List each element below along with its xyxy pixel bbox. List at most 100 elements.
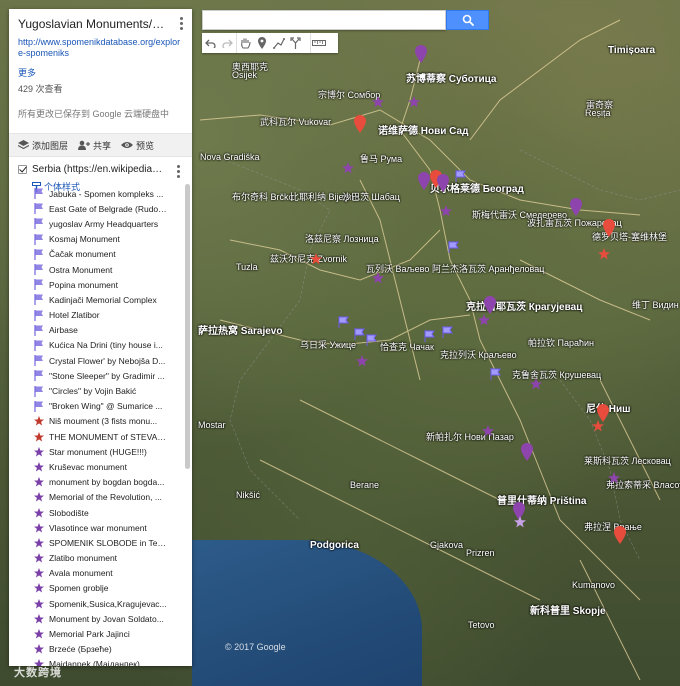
layer-item-label: Zlatibo monument	[49, 553, 118, 564]
layer-item-label: SPOMENIK SLOBODE in Tem...	[49, 537, 167, 548]
layer-item[interactable]: Avala monument	[9, 566, 185, 581]
layer-options-icon[interactable]	[177, 165, 181, 178]
map-pin-marker[interactable]	[437, 174, 449, 192]
layer-item[interactable]: Kućica Na Drini (tiny house i...	[9, 338, 185, 353]
map-flag-marker[interactable]	[424, 330, 435, 342]
layer-item[interactable]: Brzeće (Брзеће)	[9, 642, 185, 657]
map-star-marker[interactable]	[440, 205, 452, 217]
pan-tool-button[interactable]	[236, 33, 253, 53]
map-star-marker[interactable]	[372, 272, 384, 284]
layer-item[interactable]: Čačak monument	[9, 247, 185, 262]
layer-item[interactable]: "Stone Sleeper" by Gradimir ...	[9, 368, 185, 383]
layer-item[interactable]: monument by bogdan bogda...	[9, 475, 185, 490]
layer-item[interactable]: Niš moument (3 fists monu...	[9, 414, 185, 429]
redo-button[interactable]	[219, 33, 236, 53]
map-flag-marker[interactable]	[366, 334, 377, 346]
map-pin-marker[interactable]	[603, 219, 615, 237]
layer-item[interactable]: East Gate of Belgrade (Rudo ...	[9, 201, 185, 216]
add-marker-button[interactable]	[253, 33, 270, 53]
preview-button[interactable]: 预览	[121, 139, 154, 152]
layer-item[interactable]: Jabuka - Spomen kompleks ...	[9, 186, 185, 201]
map-flag-marker[interactable]	[490, 368, 501, 380]
layer-item[interactable]: Popina monument	[9, 277, 185, 292]
map-star-marker[interactable]	[408, 96, 420, 108]
flag-icon	[34, 370, 43, 382]
map-pin-marker[interactable]	[614, 526, 626, 544]
flag-icon	[34, 355, 43, 367]
layer-item[interactable]: Vlasotince war monument	[9, 520, 185, 535]
more-link[interactable]: 更多	[18, 66, 183, 79]
map-star-marker[interactable]	[592, 420, 604, 432]
map-star-marker[interactable]	[372, 96, 384, 108]
layer-item[interactable]: Kosmaj Monument	[9, 232, 185, 247]
search-input[interactable]	[202, 10, 446, 30]
map-label: 克鲁舍瓦茨 Крушевац	[512, 370, 602, 380]
layer-name[interactable]: Serbia (https://en.wikipedia.org/...	[32, 164, 164, 175]
map-pin-marker[interactable]	[354, 115, 366, 133]
map-label: Gjakova	[430, 540, 464, 550]
map-flag-marker[interactable]	[354, 328, 365, 340]
map-pin-marker[interactable]	[418, 172, 430, 190]
layer-item-label: Memorial of the Revolution, ...	[49, 492, 162, 503]
map-star-marker[interactable]	[530, 378, 542, 390]
star-icon	[34, 492, 44, 502]
layer-item[interactable]: "Circles" by Vojin Bakić	[9, 383, 185, 398]
layer-visibility-checkbox[interactable]	[18, 165, 27, 174]
layer-item[interactable]: Memorial of the Revolution, ...	[9, 490, 185, 505]
marker-icon	[257, 37, 266, 49]
draw-line-button[interactable]	[270, 33, 287, 53]
layer-item[interactable]: "Broken Wing" @ Sumarice ...	[9, 399, 185, 414]
layer-item[interactable]: Kadinjači Memorial Complex	[9, 292, 185, 307]
map-label: Tetovo	[468, 620, 495, 630]
layer-item[interactable]: Spomenik,Susica,Kragujevac...	[9, 596, 185, 611]
layer-item[interactable]: THE MONUMENT of STEVAN...	[9, 429, 185, 444]
layer-item[interactable]: Airbase	[9, 323, 185, 338]
map-label: Kumanovo	[572, 580, 616, 590]
directions-button[interactable]	[287, 33, 304, 53]
layer-item[interactable]: Zlatibo monument	[9, 551, 185, 566]
layer-item[interactable]: yugoslav Army Headquarters	[9, 216, 185, 231]
flag-icon	[34, 294, 43, 306]
map-star-marker[interactable]	[310, 253, 322, 265]
map-flag-marker[interactable]	[448, 241, 459, 253]
map-pin-marker[interactable]	[484, 296, 496, 314]
layer-item[interactable]: Kruševac monument	[9, 459, 185, 474]
layer-item-label: Slobodište	[49, 507, 89, 518]
undo-button[interactable]	[202, 33, 219, 53]
map-star-marker[interactable]	[598, 248, 610, 260]
flag-icon	[34, 324, 43, 336]
layer-item[interactable]: Hotel Zlatibor	[9, 308, 185, 323]
map-pin-marker[interactable]	[570, 198, 582, 216]
map-pin-marker[interactable]	[415, 45, 427, 63]
star-icon	[34, 613, 44, 624]
map-pin-marker[interactable]	[521, 443, 533, 461]
map-star-marker[interactable]	[356, 355, 368, 367]
layer-item[interactable]: Crystal Flower' by Nebojša D...	[9, 353, 185, 368]
search-button[interactable]	[446, 10, 489, 30]
layer-item[interactable]: Spomen groblje	[9, 581, 185, 596]
layer-item[interactable]: Ostra Monument	[9, 262, 185, 277]
map-star-marker[interactable]	[342, 162, 354, 174]
flag-icon	[34, 309, 43, 321]
share-button[interactable]: 共享	[78, 139, 111, 152]
map-star-marker[interactable]	[514, 516, 526, 528]
map-flag-marker[interactable]	[338, 316, 349, 328]
map-description-link[interactable]: http://www.spomenikdatabase.org/explore-…	[18, 37, 183, 59]
layer-item-label: "Circles" by Vojin Bakić	[49, 386, 137, 397]
map-star-marker[interactable]	[608, 472, 620, 484]
layer-item[interactable]: SPOMENIK SLOBODE in Tem...	[9, 535, 185, 550]
panel-scrollbar[interactable]	[185, 184, 190, 469]
layer-item[interactable]: Star monument (HUGE!!!)	[9, 444, 185, 459]
map-star-marker[interactable]	[478, 314, 490, 326]
add-layer-button[interactable]: 添加图层	[18, 139, 68, 152]
layer-item[interactable]: Monument by Jovan Soldato...	[9, 611, 185, 626]
map-star-marker[interactable]	[482, 425, 494, 437]
map-title[interactable]: Yugoslavian Monuments/Soviet ...	[18, 17, 168, 31]
more-options-icon[interactable]	[180, 17, 184, 30]
measure-button[interactable]	[310, 33, 327, 53]
layer-item[interactable]: Memorial Park Jajinci	[9, 626, 185, 641]
map-flag-marker[interactable]	[455, 170, 466, 182]
map-label: 兹沃尔尼克 Zvornik	[270, 254, 348, 264]
map-flag-marker[interactable]	[442, 326, 453, 338]
layer-item[interactable]: Slobodište	[9, 505, 185, 520]
